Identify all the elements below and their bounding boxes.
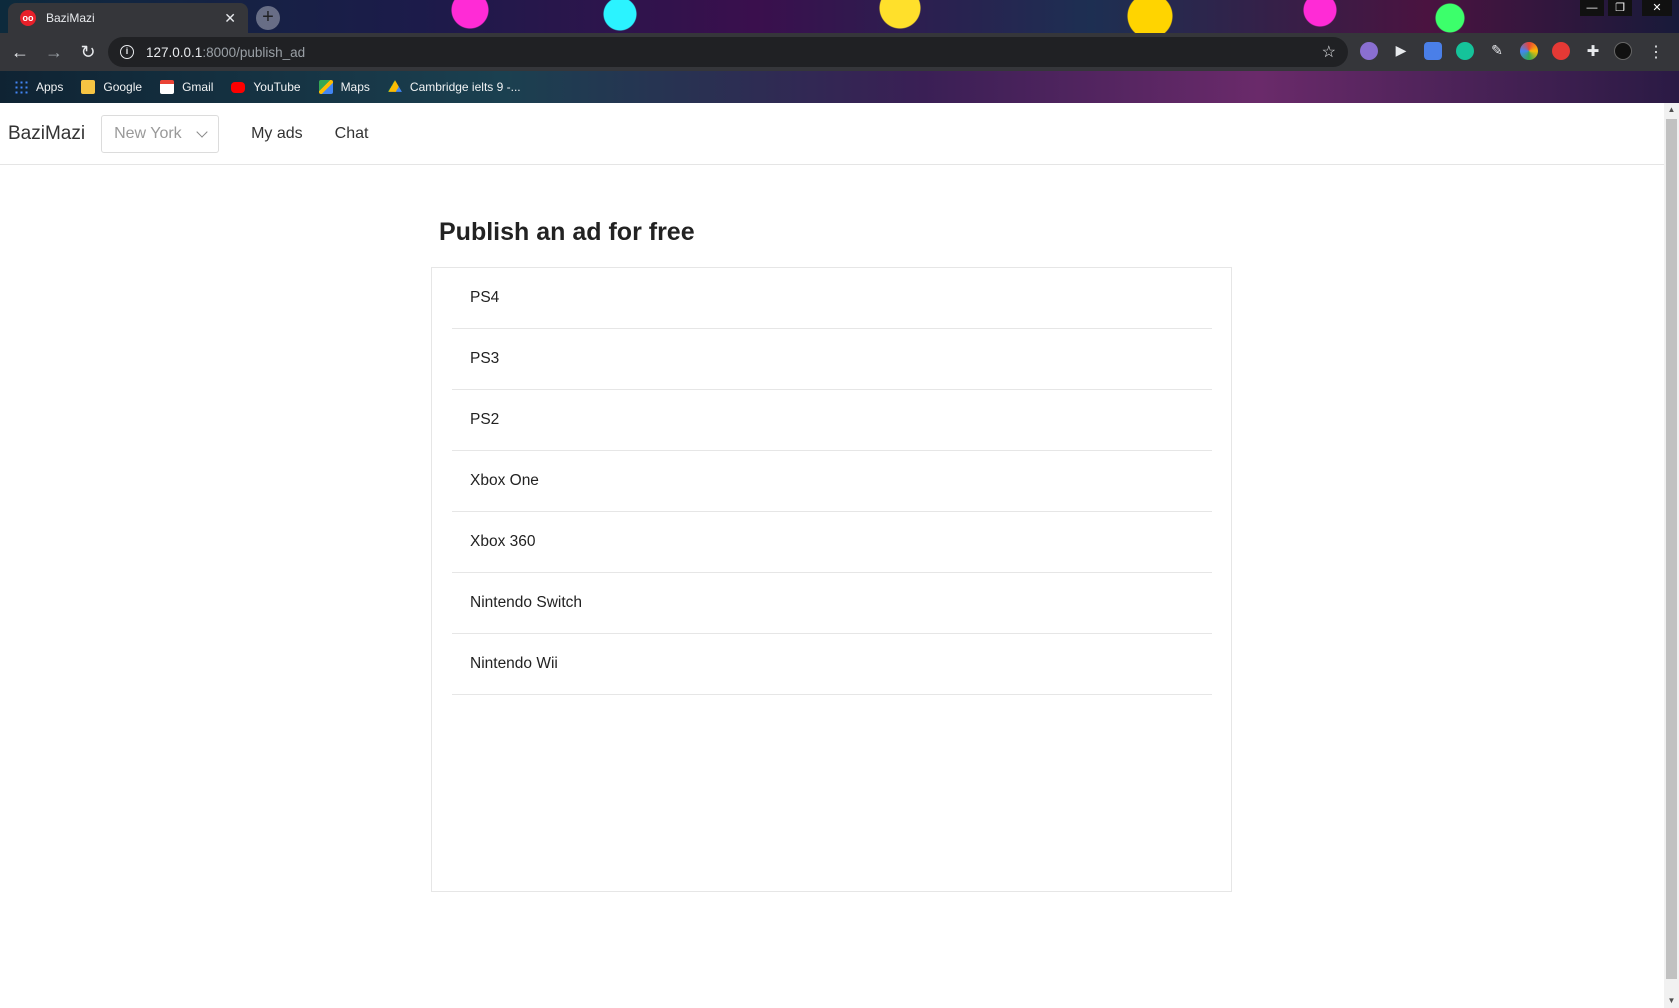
- bookmark-label: YouTube: [253, 80, 301, 94]
- scrollbar-thumb[interactable]: [1666, 119, 1677, 979]
- maps-icon: [318, 80, 333, 94]
- bookmark-label: Cambridge ielts 9 -...: [409, 80, 521, 94]
- category-item-xbox-360[interactable]: Xbox 360: [452, 512, 1212, 573]
- reload-icon[interactable]: ↻: [74, 38, 102, 66]
- gmail-icon: [160, 80, 175, 94]
- folder-icon: [81, 80, 96, 94]
- apps-grid-icon: [14, 80, 28, 94]
- address-bar[interactable]: i 127.0.0.1:8000/publish_ad ☆: [108, 37, 1348, 67]
- browser-menu-icon[interactable]: ⋮: [1648, 42, 1664, 61]
- tab-title: BaziMazi: [46, 11, 95, 25]
- browser-tab-active[interactable]: oo BaziMazi ✕: [8, 3, 248, 33]
- category-item-nintendo-wii[interactable]: Nintendo Wii: [452, 634, 1212, 695]
- category-list: PS4 PS3 PS2 Xbox One Xbox 360 Nintendo S…: [452, 268, 1212, 695]
- page-scrollbar[interactable]: ▲ ▼: [1664, 103, 1679, 1008]
- site-navbar: BaziMazi New York My ads Chat: [0, 103, 1664, 165]
- bookmark-gmail[interactable]: Gmail: [160, 80, 213, 94]
- nav-link-chat[interactable]: Chat: [335, 125, 369, 143]
- site-info-icon[interactable]: i: [120, 45, 134, 59]
- bookmark-youtube[interactable]: YouTube: [231, 80, 301, 94]
- scroll-up-arrow-icon[interactable]: ▲: [1664, 103, 1679, 117]
- profile-avatar-icon[interactable]: [1614, 42, 1632, 60]
- category-item-ps4[interactable]: PS4: [452, 268, 1212, 329]
- page-viewport: BaziMazi New York My ads Chat Publish an…: [0, 103, 1664, 1008]
- page-title: Publish an ad for free: [439, 218, 695, 246]
- bookmarks-bar: Apps Google Gmail YouTube Maps Cambridge…: [0, 71, 1679, 103]
- translate-extension-icon[interactable]: [1424, 42, 1442, 60]
- category-item-nintendo-switch[interactable]: Nintendo Switch: [452, 573, 1212, 634]
- restore-window-icon[interactable]: ❐: [1608, 0, 1632, 16]
- browser-tabstrip: oo BaziMazi ✕ + — ❐ ✕: [0, 0, 1679, 33]
- nav-link-my-ads[interactable]: My ads: [251, 125, 303, 143]
- owl-extension-icon[interactable]: [1360, 42, 1378, 60]
- category-item-ps2[interactable]: PS2: [452, 390, 1212, 451]
- color-picker-extension-icon[interactable]: [1520, 42, 1538, 60]
- bookmark-apps[interactable]: Apps: [14, 80, 63, 94]
- pen-extension-icon[interactable]: ✎: [1488, 42, 1506, 60]
- category-card: PS4 PS3 PS2 Xbox One Xbox 360 Nintendo S…: [431, 267, 1232, 892]
- category-item-ps3[interactable]: PS3: [452, 329, 1212, 390]
- site-brand[interactable]: BaziMazi: [8, 123, 85, 145]
- adblock-extension-icon[interactable]: [1552, 42, 1570, 60]
- youtube-icon: [231, 81, 246, 93]
- bookmark-star-icon[interactable]: ☆: [1322, 42, 1336, 62]
- extensions-puzzle-icon[interactable]: ✚: [1584, 42, 1602, 60]
- forward-arrow-icon[interactable]: →: [40, 38, 68, 66]
- close-tab-icon[interactable]: ✕: [224, 10, 236, 27]
- bookmark-cambridge[interactable]: Cambridge ielts 9 -...: [387, 80, 521, 94]
- bookmark-label: Google: [103, 80, 143, 94]
- url-host: 127.0.0.1: [146, 44, 203, 60]
- minimize-window-icon[interactable]: —: [1580, 0, 1604, 16]
- scroll-down-arrow-icon[interactable]: ▼: [1664, 994, 1679, 1008]
- bookmark-label: Maps: [340, 80, 370, 94]
- bookmark-label: Apps: [36, 80, 64, 94]
- back-arrow-icon[interactable]: ←: [6, 38, 34, 66]
- close-window-icon[interactable]: ✕: [1642, 0, 1672, 16]
- site-favicon-icon: oo: [20, 10, 36, 26]
- city-select[interactable]: New York: [101, 114, 220, 153]
- drive-icon: [387, 80, 402, 92]
- bookmark-maps[interactable]: Maps: [318, 80, 370, 94]
- chevron-down-icon: [196, 125, 208, 138]
- cursor-extension-icon[interactable]: ▶: [1392, 42, 1410, 60]
- category-item-xbox-one[interactable]: Xbox One: [452, 451, 1212, 512]
- bookmark-google[interactable]: Google: [81, 80, 142, 94]
- city-select-value: New York: [114, 124, 182, 142]
- grammarly-extension-icon[interactable]: [1456, 42, 1474, 60]
- new-tab-button[interactable]: +: [256, 6, 280, 30]
- bookmark-label: Gmail: [182, 80, 214, 94]
- url-path: :8000/publish_ad: [202, 44, 306, 60]
- browser-toolbar: ← → ↻ i 127.0.0.1:8000/publish_ad ☆ ▶ ✎ …: [0, 33, 1679, 71]
